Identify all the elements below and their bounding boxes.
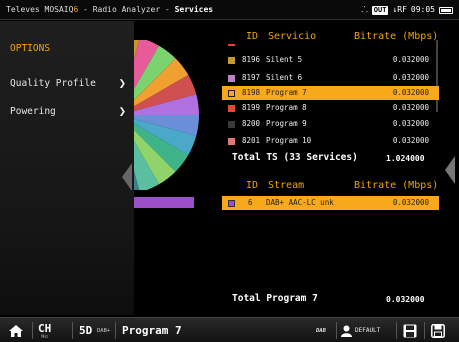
stream-bar bbox=[134, 197, 194, 208]
menu-item-quality-profile[interactable]: Quality Profile ❯ bbox=[10, 76, 126, 90]
row-bitrate: 0.032000 bbox=[392, 73, 429, 82]
section-name: Services bbox=[174, 5, 214, 14]
program-total-label: Total Program 7 bbox=[232, 293, 318, 304]
row-color-swatch bbox=[228, 104, 235, 112]
row-name: Program 7 bbox=[266, 88, 307, 97]
header-marker bbox=[228, 44, 235, 46]
stream-header-name: Stream bbox=[268, 180, 305, 191]
options-panel: OPTIONS Quality Profile ❯ Powering ❯ bbox=[0, 21, 134, 315]
service-row[interactable]: 8201 Program 10 0.032000 bbox=[222, 134, 439, 148]
stream-header-id: ID bbox=[246, 180, 259, 191]
row-name: Silent 5 bbox=[266, 55, 303, 64]
battery-icon bbox=[439, 6, 453, 14]
divider bbox=[32, 322, 33, 339]
row-id: 8197 bbox=[242, 73, 261, 82]
service-row[interactable]: 8198 Program 7 0.032000 bbox=[222, 86, 439, 100]
clock: 09:05 bbox=[410, 5, 435, 14]
services-total-label: Total TS (33 Services) bbox=[232, 152, 358, 163]
channel-number[interactable]: 5D bbox=[79, 318, 92, 342]
rf-label: ↓RF bbox=[392, 5, 407, 14]
top-bar: Televes MOSAIQ6 - Radio Analyzer - Servi… bbox=[0, 0, 459, 20]
collapse-arrow-left-icon[interactable] bbox=[122, 163, 132, 191]
service-row[interactable]: 8200 Program 9 0.032000 bbox=[222, 117, 439, 131]
band-label: DAB+ bbox=[97, 327, 111, 334]
row-id: 8198 bbox=[242, 88, 261, 97]
program-name[interactable]: Program 7 bbox=[122, 318, 182, 342]
save-button[interactable] bbox=[403, 318, 417, 342]
service-row[interactable]: 8199 Program 8 0.032000 bbox=[222, 101, 439, 115]
divider bbox=[396, 322, 397, 339]
service-row[interactable]: 8197 Silent 6 0.032000 bbox=[222, 71, 439, 85]
row-bitrate: 0.032000 bbox=[392, 55, 429, 64]
ch-unit: MHz bbox=[41, 333, 49, 339]
row-name: Program 9 bbox=[266, 119, 307, 128]
row-color-swatch bbox=[228, 120, 235, 128]
home-button[interactable] bbox=[8, 318, 24, 342]
services-header-id: ID bbox=[246, 31, 259, 42]
row-name: Program 8 bbox=[266, 103, 307, 112]
network-icon: ⸫ bbox=[361, 5, 368, 14]
row-id: 8201 bbox=[242, 136, 261, 145]
services-header-bitrate: Bitrate (Mbps) bbox=[354, 31, 439, 42]
window-title: Televes MOSAIQ6 - Radio Analyzer - Servi… bbox=[6, 0, 213, 20]
app-name: Televes MOSAIQ bbox=[6, 5, 74, 14]
services-pie-chart bbox=[134, 40, 199, 190]
divider bbox=[424, 322, 425, 339]
save-as-button[interactable] bbox=[431, 318, 445, 342]
divider bbox=[115, 322, 116, 339]
ch-label: CH bbox=[38, 321, 52, 335]
row-color-swatch bbox=[228, 137, 235, 145]
row-bitrate: 0.032000 bbox=[392, 198, 429, 207]
row-bitrate: 0.032000 bbox=[392, 88, 429, 97]
row-color-swatch bbox=[228, 89, 235, 97]
stream-header-bitrate: Bitrate (Mbps) bbox=[354, 180, 439, 191]
row-name: DAB+ AAC-LC unk bbox=[266, 198, 334, 207]
row-name: Silent 6 bbox=[266, 73, 303, 82]
chevron-right-icon: ❯ bbox=[118, 76, 126, 90]
user-icon bbox=[341, 325, 352, 337]
row-name: Program 10 bbox=[266, 136, 312, 145]
options-title: OPTIONS bbox=[10, 43, 51, 54]
expand-arrow-right-icon[interactable] bbox=[445, 156, 455, 184]
bottom-bar: CH MHz 5D DAB+ Program 7 DAB DEFAULT bbox=[0, 317, 459, 342]
out-badge: OUT bbox=[371, 5, 389, 15]
status-area: ⸫ OUT ↓RF 09:05 bbox=[361, 0, 453, 20]
menu-item-label: Quality Profile bbox=[10, 77, 96, 89]
row-color-swatch bbox=[228, 56, 235, 64]
save-as-icon bbox=[431, 323, 445, 338]
dab-logo: DAB bbox=[316, 327, 326, 334]
row-bitrate: 0.032000 bbox=[392, 136, 429, 145]
channel-button[interactable]: CH MHz bbox=[38, 318, 51, 342]
menu-item-powering[interactable]: Powering ❯ bbox=[10, 104, 126, 118]
program-total-value: 0.032000 bbox=[386, 295, 425, 304]
row-color-swatch bbox=[228, 74, 235, 82]
row-id: 8196 bbox=[242, 55, 261, 64]
row-color-swatch bbox=[228, 199, 235, 207]
row-id: 6 bbox=[248, 198, 253, 207]
row-id: 8199 bbox=[242, 103, 261, 112]
divider bbox=[72, 322, 73, 339]
services-total-value: 1.024000 bbox=[386, 154, 425, 163]
save-icon bbox=[403, 324, 417, 337]
menu-item-label: Powering bbox=[10, 105, 56, 117]
chevron-right-icon: ❯ bbox=[118, 104, 126, 118]
profile-button[interactable]: DEFAULT bbox=[341, 318, 380, 342]
row-id: 8200 bbox=[242, 119, 261, 128]
profile-name: DEFAULT bbox=[355, 327, 381, 334]
row-bitrate: 0.032000 bbox=[392, 103, 429, 112]
home-icon bbox=[9, 324, 23, 337]
stream-row[interactable]: 6 DAB+ AAC-LC unk 0.032000 bbox=[222, 196, 439, 210]
divider bbox=[336, 322, 337, 339]
services-header-name: Servicio bbox=[268, 31, 317, 42]
title-separator: - Radio Analyzer - bbox=[78, 5, 175, 14]
row-bitrate: 0.032000 bbox=[392, 119, 429, 128]
service-row[interactable]: 8196 Silent 5 0.032000 bbox=[222, 53, 439, 67]
